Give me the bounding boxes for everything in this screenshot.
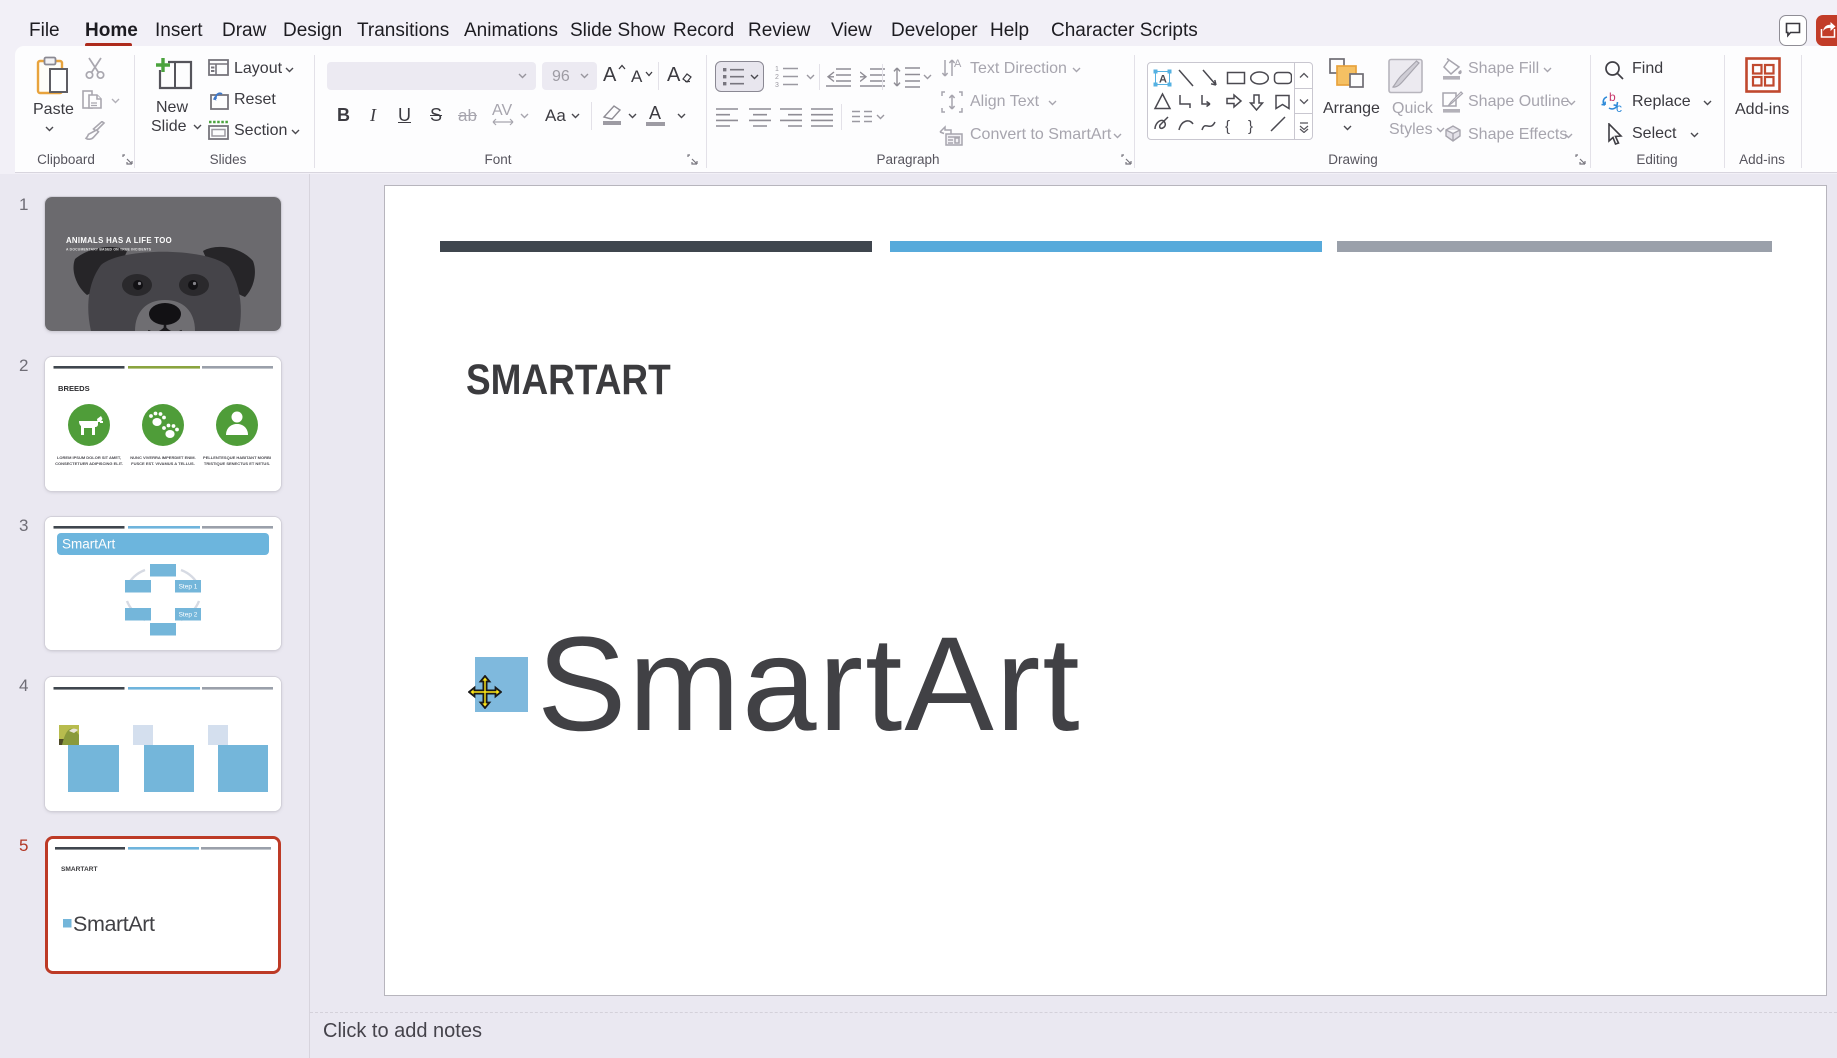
svg-text:TRISTIQUE SENECTUS ET NETUS.: TRISTIQUE SENECTUS ET NETUS. [204, 461, 270, 466]
svg-text:b: b [1609, 91, 1616, 104]
svg-text:}: } [1248, 118, 1253, 135]
svg-text:2: 2 [775, 74, 779, 81]
svg-text:ANIMALS HAS A LIFE TOO: ANIMALS HAS A LIFE TOO [66, 236, 172, 245]
svg-text:NUNC VIVERRA IMPERDIET ENIM.: NUNC VIVERRA IMPERDIET ENIM. [130, 455, 195, 460]
svg-text:BREEDS: BREEDS [58, 384, 90, 393]
svg-text:3: 3 [775, 82, 779, 89]
svg-text:A: A [954, 58, 962, 70]
svg-text:Step 2: Step 2 [179, 612, 198, 619]
svg-text:CONSECTETUER ADIPISCING ELIT.: CONSECTETUER ADIPISCING ELIT. [55, 461, 123, 466]
svg-text:A DOCUMENTARY BASED ON TRUE IN: A DOCUMENTARY BASED ON TRUE INCIDENTS [66, 248, 152, 252]
svg-text:LOREM IPSUM DOLOR SIT AMET,: LOREM IPSUM DOLOR SIT AMET, [57, 455, 121, 460]
svg-text:{: { [1225, 118, 1230, 135]
svg-text:PELLENTESQUE HABITANT MORBI: PELLENTESQUE HABITANT MORBI [203, 455, 271, 460]
svg-text:A: A [1159, 74, 1167, 86]
svg-text:SmartArt: SmartArt [62, 537, 116, 552]
svg-text:Step 1: Step 1 [179, 584, 198, 591]
svg-text:FUSCE EST. VIVAMUS A TELLUS.: FUSCE EST. VIVAMUS A TELLUS. [131, 461, 195, 466]
svg-text:SmartArt: SmartArt [73, 912, 155, 936]
svg-text:SMARTART: SMARTART [61, 866, 98, 873]
svg-text:1: 1 [775, 66, 779, 73]
